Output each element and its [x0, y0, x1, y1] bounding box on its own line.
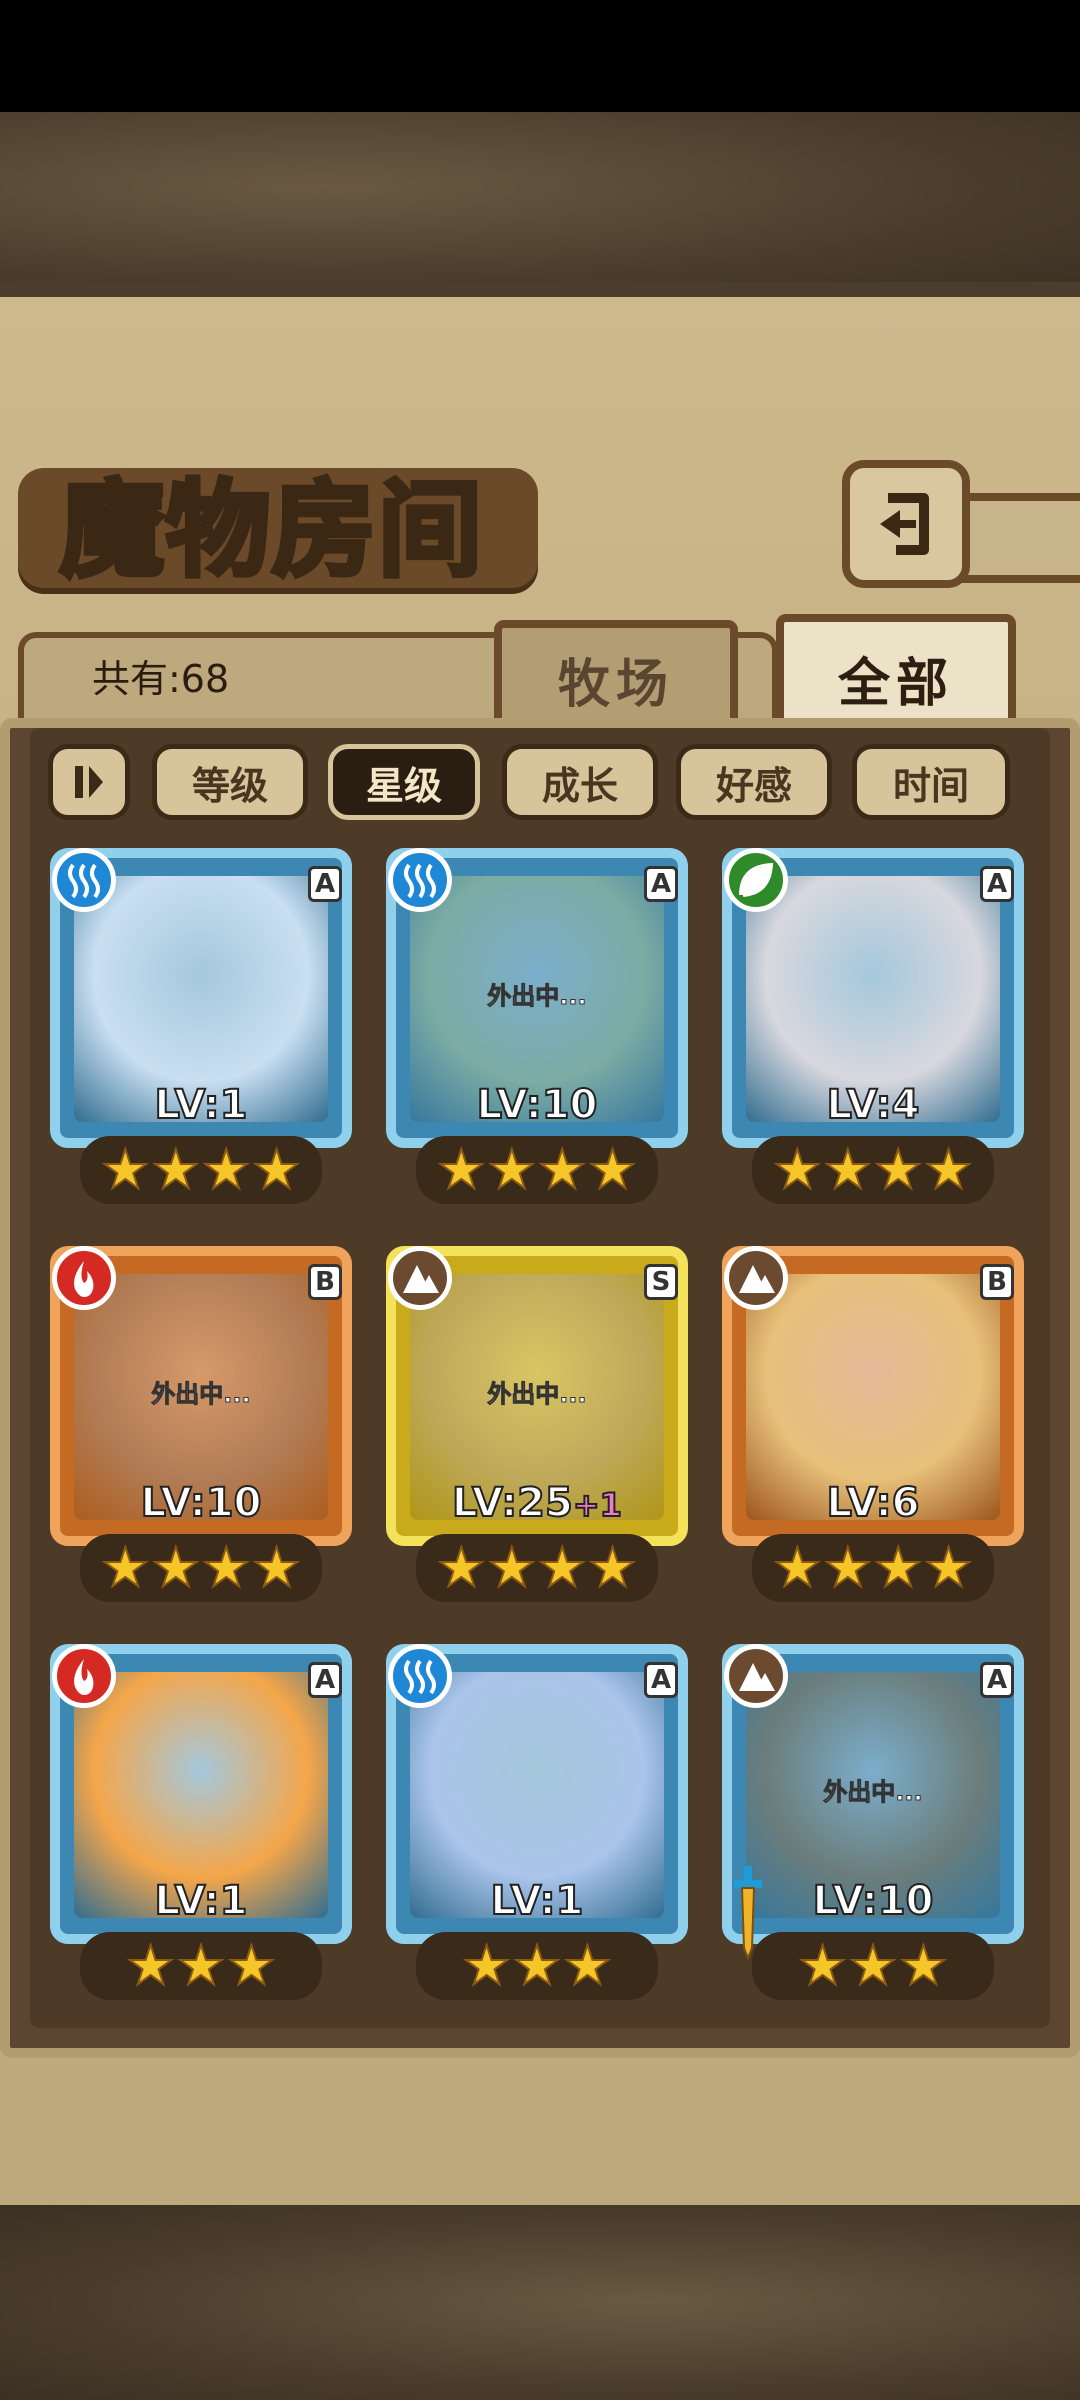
monster-card[interactable]: A LV:4 ★ ★ ★ ★	[722, 848, 1024, 1218]
rank-tag: A	[644, 866, 678, 902]
monster-count: 共有:68	[92, 657, 230, 701]
star-rating: ★ ★ ★	[416, 1932, 658, 2000]
star-icon: ★	[923, 1138, 973, 1201]
sort-order-toggle[interactable]	[48, 744, 130, 820]
filter-growth[interactable]: 成长	[502, 744, 658, 820]
star-icon: ★	[226, 1934, 276, 1997]
star-icon: ★	[587, 1138, 637, 1201]
level-label: LV:1	[154, 1877, 249, 1925]
star-rating: ★ ★ ★ ★	[416, 1136, 658, 1204]
star-icon: ★	[873, 1536, 923, 1599]
star-icon: ★	[487, 1536, 537, 1599]
star-icon: ★	[848, 1934, 898, 1997]
star-icon: ★	[562, 1934, 612, 1997]
filter-affection[interactable]: 好感	[676, 744, 832, 820]
away-status: 外出中...	[823, 1778, 923, 1807]
star-icon: ★	[923, 1536, 973, 1599]
back-button[interactable]	[842, 460, 970, 588]
rank-tag: A	[644, 1662, 678, 1698]
filter-time[interactable]: 时间	[852, 744, 1010, 820]
star-rating: ★ ★ ★ ★	[80, 1136, 322, 1204]
rank-tag: B	[980, 1264, 1014, 1300]
star-icon: ★	[512, 1934, 562, 1997]
monster-card[interactable]: A LV:1 ★ ★ ★	[386, 1644, 688, 2014]
star-icon: ★	[151, 1536, 201, 1599]
earth-element-icon	[724, 1246, 788, 1310]
star-icon: ★	[251, 1138, 301, 1201]
water-element-icon	[52, 848, 116, 912]
monster-card[interactable]: A LV:1 ★ ★ ★	[50, 1644, 352, 2014]
star-icon: ★	[537, 1138, 587, 1201]
back-arrow-icon	[880, 493, 929, 555]
level-label: LV:25+1	[451, 1479, 623, 1527]
star-icon: ★	[461, 1934, 511, 1997]
earth-element-icon	[724, 1644, 788, 1708]
filter-level[interactable]: 等级	[152, 744, 308, 820]
sword-icon	[728, 1862, 768, 1962]
level-label: LV:6	[826, 1479, 921, 1527]
star-icon: ★	[151, 1138, 201, 1201]
star-icon: ★	[873, 1138, 923, 1201]
level-label: LV:1	[490, 1877, 585, 1925]
rank-tag: A	[308, 1662, 342, 1698]
away-status: 外出中...	[487, 982, 587, 1011]
filter-stars[interactable]: 星级	[328, 744, 480, 820]
star-rating: ★ ★ ★ ★	[416, 1534, 658, 1602]
tab-pasture[interactable]: 牧场	[494, 620, 738, 730]
water-element-icon	[388, 1644, 452, 1708]
star-icon: ★	[125, 1934, 175, 1997]
filter-toggle-icon	[75, 766, 103, 798]
star-icon: ★	[898, 1934, 948, 1997]
rank-tag: B	[308, 1264, 342, 1300]
star-rating: ★ ★ ★ ★	[752, 1534, 994, 1602]
star-icon: ★	[823, 1138, 873, 1201]
tab-all[interactable]: 全部	[776, 614, 1016, 734]
away-status: 外出中...	[151, 1380, 251, 1409]
rank-tag: A	[980, 1662, 1014, 1698]
level-label: LV:10	[476, 1081, 599, 1129]
map-background-top	[0, 112, 1080, 297]
star-icon: ★	[487, 1138, 537, 1201]
level-label: LV:1	[154, 1081, 249, 1129]
back-button-rail	[960, 493, 1080, 583]
star-rating: ★ ★ ★	[752, 1932, 994, 2000]
fire-element-icon	[52, 1644, 116, 1708]
star-rating: ★ ★ ★	[80, 1932, 322, 2000]
rank-tag: A	[980, 866, 1014, 902]
star-icon: ★	[772, 1536, 822, 1599]
monster-card[interactable]: B 外出中... LV:10 ★ ★ ★ ★	[50, 1246, 352, 1616]
level-bonus: +1	[572, 1485, 623, 1525]
star-icon: ★	[201, 1536, 251, 1599]
rank-tag: A	[308, 866, 342, 902]
star-icon: ★	[587, 1536, 637, 1599]
rank-tag: S	[644, 1264, 678, 1300]
star-icon: ★	[772, 1138, 822, 1201]
map-background-bottom	[0, 2205, 1080, 2400]
star-icon: ★	[797, 1934, 847, 1997]
level-label: LV:10	[140, 1479, 263, 1527]
away-status: 外出中...	[487, 1380, 587, 1409]
fire-element-icon	[52, 1246, 116, 1310]
star-icon: ★	[100, 1138, 150, 1201]
monster-card[interactable]: B LV:6 ★ ★ ★ ★	[722, 1246, 1024, 1616]
star-rating: ★ ★ ★ ★	[752, 1136, 994, 1204]
star-icon: ★	[201, 1138, 251, 1201]
star-icon: ★	[537, 1536, 587, 1599]
star-icon: ★	[251, 1536, 301, 1599]
star-icon: ★	[176, 1934, 226, 1997]
page-title: 魔物房间	[57, 467, 485, 592]
star-icon: ★	[100, 1536, 150, 1599]
monster-card[interactable]: S 外出中... LV:25+1 ★ ★ ★ ★	[386, 1246, 688, 1616]
star-icon: ★	[436, 1138, 486, 1201]
star-rating: ★ ★ ★ ★	[80, 1534, 322, 1602]
wood-element-icon	[724, 848, 788, 912]
monster-card[interactable]: A LV:1 ★ ★ ★ ★	[50, 848, 352, 1218]
star-icon: ★	[823, 1536, 873, 1599]
status-bar	[0, 0, 1080, 112]
earth-element-icon	[388, 1246, 452, 1310]
water-element-icon	[388, 848, 452, 912]
star-icon: ★	[436, 1536, 486, 1599]
level-label: LV:4	[826, 1081, 921, 1129]
monster-card[interactable]: A 外出中... LV:10 ★ ★ ★ ★	[386, 848, 688, 1218]
